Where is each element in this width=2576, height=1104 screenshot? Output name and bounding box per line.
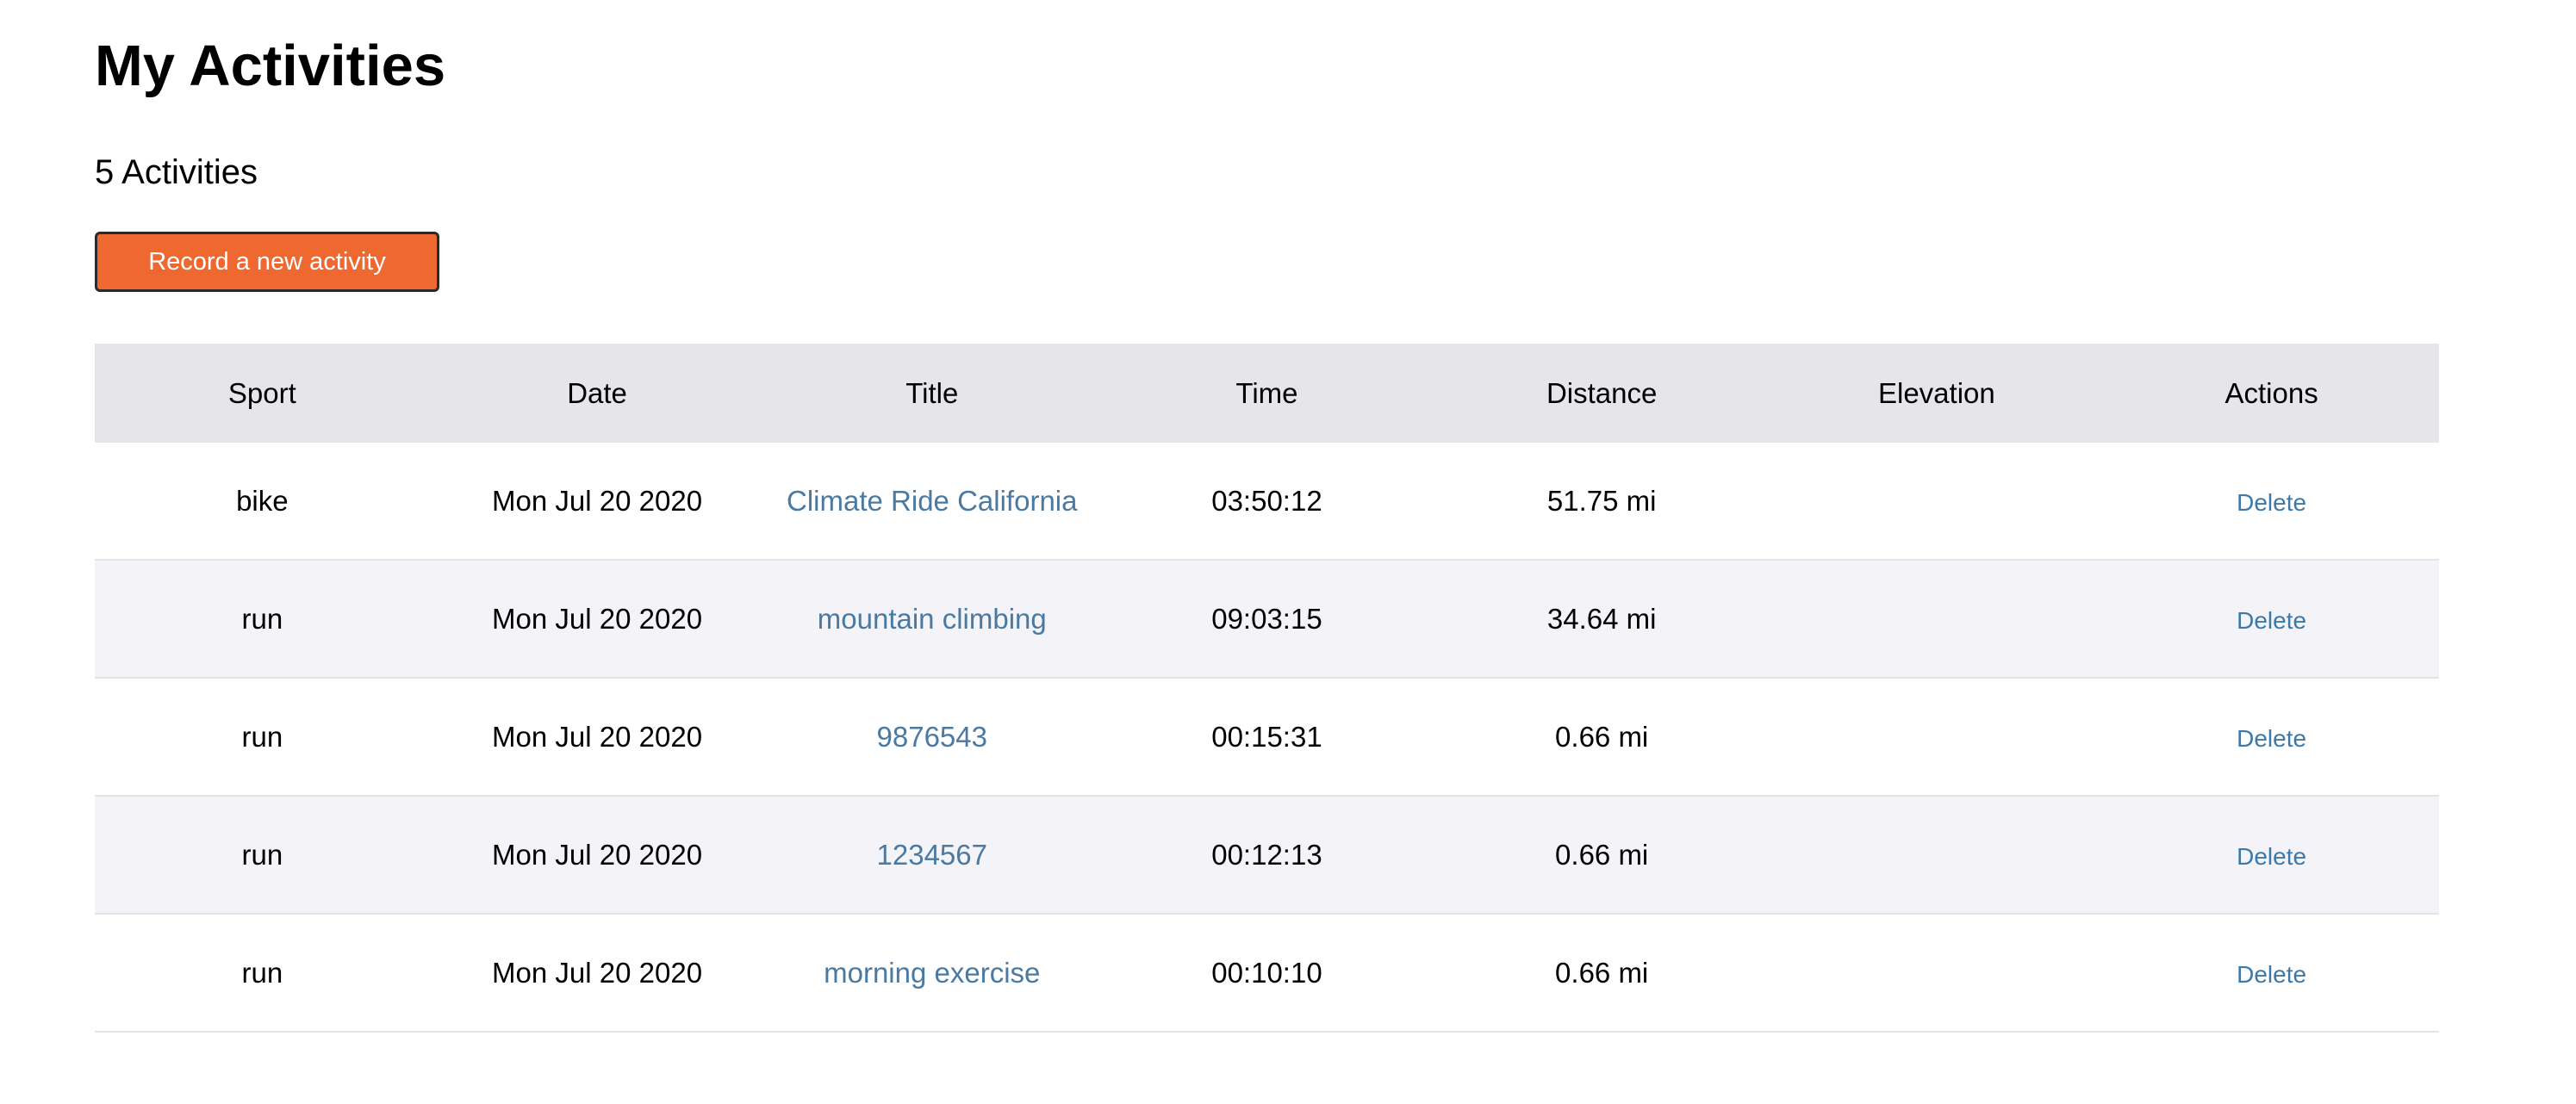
column-header-title: Title: [764, 344, 1100, 443]
column-header-time: Time: [1099, 344, 1434, 443]
delete-button[interactable]: Delete: [2237, 961, 2306, 988]
title-cell: morning exercise: [764, 914, 1100, 1033]
time-cell: 00:15:31: [1099, 678, 1434, 797]
elevation-cell: [1769, 678, 2105, 797]
distance-cell: 51.75 mi: [1434, 443, 1770, 561]
table-row: run Mon Jul 20 2020 9876543 00:15:31 0.6…: [95, 678, 2439, 797]
actions-cell: Delete: [2104, 678, 2439, 797]
time-cell: 00:10:10: [1099, 914, 1434, 1033]
activity-title-link[interactable]: morning exercise: [824, 957, 1040, 989]
column-header-sport: Sport: [95, 344, 430, 443]
activities-page: My Activities 5 Activities Record a new …: [0, 0, 2439, 1033]
elevation-cell: [1769, 443, 2105, 561]
table-row: run Mon Jul 20 2020 1234567 00:12:13 0.6…: [95, 796, 2439, 915]
record-new-activity-button[interactable]: Record a new activity: [95, 232, 439, 292]
table-row: run Mon Jul 20 2020 mountain climbing 09…: [95, 560, 2439, 679]
time-cell: 09:03:15: [1099, 560, 1434, 679]
time-cell: 03:50:12: [1099, 443, 1434, 561]
sport-cell: run: [95, 560, 430, 679]
date-cell: Mon Jul 20 2020: [429, 443, 765, 561]
date-cell: Mon Jul 20 2020: [429, 560, 765, 679]
sport-cell: run: [95, 678, 430, 797]
page-title: My Activities: [95, 34, 446, 98]
elevation-cell: [1769, 796, 2105, 915]
activities-table: Sport Date Title Time Distance Elevation…: [95, 344, 2439, 1033]
activity-count: 5 Activities: [95, 153, 258, 191]
date-cell: Mon Jul 20 2020: [429, 796, 765, 915]
date-cell: Mon Jul 20 2020: [429, 914, 765, 1033]
table-row: bike Mon Jul 20 2020 Climate Ride Califo…: [95, 443, 2439, 561]
delete-button[interactable]: Delete: [2237, 489, 2306, 516]
column-header-actions: Actions: [2104, 344, 2439, 443]
title-cell: 1234567: [764, 796, 1100, 915]
title-cell: mountain climbing: [764, 560, 1100, 679]
time-cell: 00:12:13: [1099, 796, 1434, 915]
activity-title-link[interactable]: 9876543: [877, 721, 987, 753]
actions-cell: Delete: [2104, 914, 2439, 1033]
sport-cell: run: [95, 796, 430, 915]
sport-cell: run: [95, 914, 430, 1033]
actions-cell: Delete: [2104, 560, 2439, 679]
distance-cell: 0.66 mi: [1434, 914, 1770, 1033]
table-row: run Mon Jul 20 2020 morning exercise 00:…: [95, 914, 2439, 1033]
distance-cell: 0.66 mi: [1434, 678, 1770, 797]
activity-title-link[interactable]: 1234567: [877, 839, 987, 871]
actions-cell: Delete: [2104, 796, 2439, 915]
delete-button[interactable]: Delete: [2237, 843, 2306, 870]
title-cell: Climate Ride California: [764, 443, 1100, 561]
delete-button[interactable]: Delete: [2237, 725, 2306, 752]
column-header-distance: Distance: [1434, 344, 1770, 443]
elevation-cell: [1769, 914, 2105, 1033]
title-cell: 9876543: [764, 678, 1100, 797]
actions-cell: Delete: [2104, 443, 2439, 561]
column-header-date: Date: [429, 344, 765, 443]
distance-cell: 0.66 mi: [1434, 796, 1770, 915]
activity-title-link[interactable]: Climate Ride California: [787, 485, 1077, 517]
table-header-row: Sport Date Title Time Distance Elevation…: [95, 344, 2439, 443]
distance-cell: 34.64 mi: [1434, 560, 1770, 679]
elevation-cell: [1769, 560, 2105, 679]
activity-title-link[interactable]: mountain climbing: [818, 603, 1047, 635]
sport-cell: bike: [95, 443, 430, 561]
date-cell: Mon Jul 20 2020: [429, 678, 765, 797]
column-header-elevation: Elevation: [1769, 344, 2105, 443]
delete-button[interactable]: Delete: [2237, 607, 2306, 634]
